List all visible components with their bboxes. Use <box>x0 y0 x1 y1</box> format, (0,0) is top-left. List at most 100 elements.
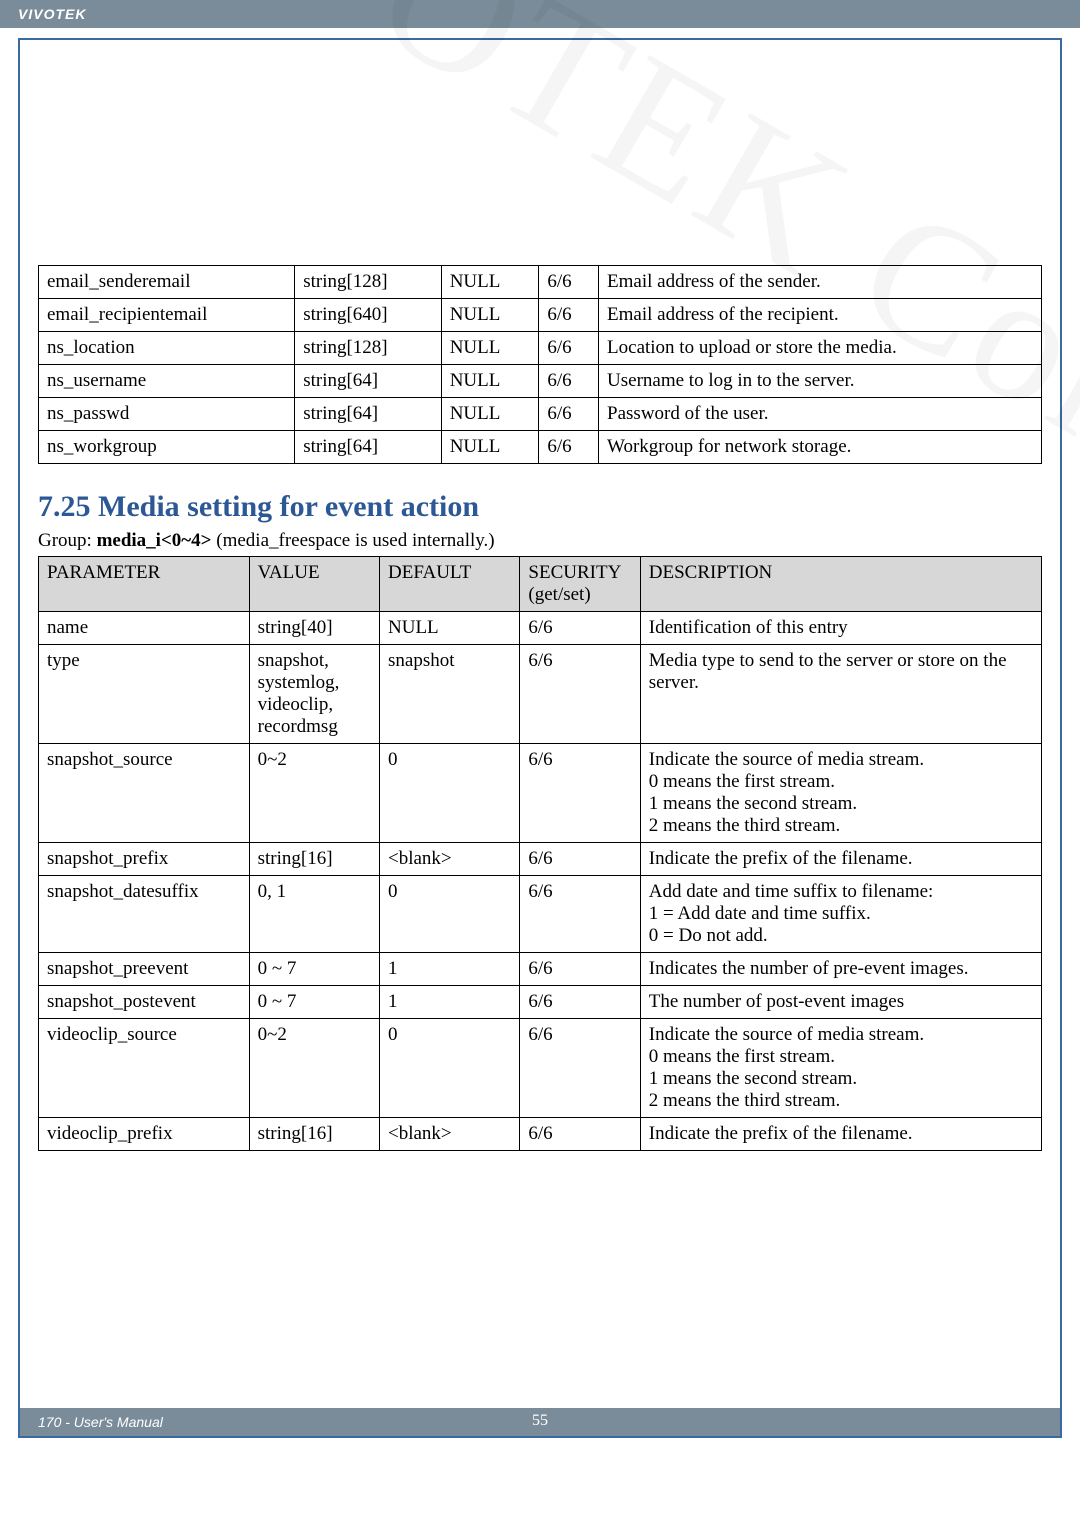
cell-desc: The number of post-event images <box>640 986 1041 1019</box>
cell-v: string[128] <box>295 266 442 299</box>
cell-p: ns_location <box>39 332 295 365</box>
cell-desc: Email address of the sender. <box>599 266 1042 299</box>
table-server-params: email_senderemailstring[128]NULL6/6Email… <box>38 265 1042 464</box>
table-row: videoclip_source0~206/6Indicate the sour… <box>39 1019 1042 1118</box>
cell-p: email_senderemail <box>39 266 295 299</box>
cell-v: string[16] <box>249 1118 379 1151</box>
cell-s: 6/6 <box>520 953 640 986</box>
cell-v: 0~2 <box>249 744 379 843</box>
col-description: DESCRIPTION <box>640 557 1041 612</box>
cell-s: 6/6 <box>520 843 640 876</box>
table-row: snapshot_prefixstring[16]<blank>6/6Indic… <box>39 843 1042 876</box>
cell-s: 6/6 <box>539 398 599 431</box>
cell-d: 0 <box>380 744 520 843</box>
cell-p: videoclip_prefix <box>39 1118 250 1151</box>
cell-d: NULL <box>441 365 539 398</box>
table-row: snapshot_datesuffix0, 106/6Add date and … <box>39 876 1042 953</box>
cell-p: snapshot_preevent <box>39 953 250 986</box>
cell-desc: Indicate the prefix of the filename. <box>640 1118 1041 1151</box>
cell-s: 6/6 <box>520 612 640 645</box>
cell-v: snapshot, systemlog, videoclip, recordms… <box>249 645 379 744</box>
cell-d: NULL <box>441 398 539 431</box>
group-note: Group: media_i<0~4> (media_freespace is … <box>38 530 1042 552</box>
cell-s: 6/6 <box>520 744 640 843</box>
cell-d: 1 <box>380 986 520 1019</box>
table-row: ns_workgroupstring[64]NULL6/6Workgroup f… <box>39 431 1042 464</box>
cell-desc: Email address of the recipient. <box>599 299 1042 332</box>
section-heading: 7.25 Media setting for event action <box>38 490 1042 524</box>
cell-desc: Identification of this entry <box>640 612 1041 645</box>
cell-d: 0 <box>380 1019 520 1118</box>
table-row: email_recipientemailstring[640]NULL6/6Em… <box>39 299 1042 332</box>
cell-desc: Media type to send to the server or stor… <box>640 645 1041 744</box>
table-row: ns_passwdstring[64]NULL6/6Password of th… <box>39 398 1042 431</box>
cell-desc: Location to upload or store the media. <box>599 332 1042 365</box>
table-row: snapshot_source0~206/6Indicate the sourc… <box>39 744 1042 843</box>
cell-d: NULL <box>441 332 539 365</box>
cell-d: 0 <box>380 876 520 953</box>
cell-desc: Indicates the number of pre-event images… <box>640 953 1041 986</box>
cell-d: <blank> <box>380 843 520 876</box>
cell-d: <blank> <box>380 1118 520 1151</box>
cell-v: 0, 1 <box>249 876 379 953</box>
cell-v: string[64] <box>295 431 442 464</box>
page-number: 55 <box>20 1412 1060 1430</box>
cell-desc: Indicate the prefix of the filename. <box>640 843 1041 876</box>
table-row: snapshot_postevent0 ~ 716/6The number of… <box>39 986 1042 1019</box>
cell-p: ns_passwd <box>39 398 295 431</box>
cell-s: 6/6 <box>520 876 640 953</box>
cell-d: NULL <box>441 299 539 332</box>
cell-s: 6/6 <box>520 1019 640 1118</box>
cell-desc: Workgroup for network storage. <box>599 431 1042 464</box>
cell-s: 6/6 <box>539 266 599 299</box>
cell-p: snapshot_datesuffix <box>39 876 250 953</box>
cell-v: string[640] <box>295 299 442 332</box>
cell-s: 6/6 <box>520 645 640 744</box>
cell-v: string[64] <box>295 398 442 431</box>
table-row: namestring[40]NULL6/6Identification of t… <box>39 612 1042 645</box>
cell-p: snapshot_postevent <box>39 986 250 1019</box>
cell-p: ns_workgroup <box>39 431 295 464</box>
table-row: email_senderemailstring[128]NULL6/6Email… <box>39 266 1042 299</box>
cell-p: email_recipientemail <box>39 299 295 332</box>
table-media-params: PARAMETER VALUE DEFAULT SECURITY (get/se… <box>38 556 1042 1151</box>
group-note-prefix: Group: <box>38 530 97 551</box>
cell-p: type <box>39 645 250 744</box>
cell-s: 6/6 <box>539 431 599 464</box>
cell-s: 6/6 <box>539 365 599 398</box>
table-row: ns_usernamestring[64]NULL6/6Username to … <box>39 365 1042 398</box>
cell-desc: Indicate the source of media stream.0 me… <box>640 744 1041 843</box>
content-area: VIVOTEK Confidential email_senderemailst… <box>20 40 1060 1201</box>
cell-v: 0 ~ 7 <box>249 986 379 1019</box>
cell-desc: Username to log in to the server. <box>599 365 1042 398</box>
cell-d: 1 <box>380 953 520 986</box>
cell-p: snapshot_prefix <box>39 843 250 876</box>
cell-s: 6/6 <box>539 332 599 365</box>
cell-p: snapshot_source <box>39 744 250 843</box>
cell-v: 0~2 <box>249 1019 379 1118</box>
cell-v: string[16] <box>249 843 379 876</box>
cell-v: 0 ~ 7 <box>249 953 379 986</box>
cell-s: 6/6 <box>539 299 599 332</box>
page-border: VIVOTEK Confidential email_senderemailst… <box>18 38 1062 1438</box>
cell-desc: Indicate the source of media stream.0 me… <box>640 1019 1041 1118</box>
cell-p: videoclip_source <box>39 1019 250 1118</box>
cell-d: snapshot <box>380 645 520 744</box>
table-row: snapshot_preevent0 ~ 716/6Indicates the … <box>39 953 1042 986</box>
table-row: typesnapshot, systemlog, videoclip, reco… <box>39 645 1042 744</box>
brand-header: VIVOTEK <box>0 0 1080 28</box>
cell-v: string[128] <box>295 332 442 365</box>
table-header-row: PARAMETER VALUE DEFAULT SECURITY (get/se… <box>39 557 1042 612</box>
cell-v: string[64] <box>295 365 442 398</box>
table-row: ns_locationstring[128]NULL6/6Location to… <box>39 332 1042 365</box>
cell-s: 6/6 <box>520 1118 640 1151</box>
cell-d: NULL <box>441 431 539 464</box>
cell-p: name <box>39 612 250 645</box>
group-note-bold: media_i<0~4> <box>97 530 212 551</box>
cell-desc: Password of the user. <box>599 398 1042 431</box>
cell-desc: Add date and time suffix to filename:1 =… <box>640 876 1041 953</box>
col-parameter: PARAMETER <box>39 557 250 612</box>
group-note-suffix: (media_freespace is used internally.) <box>212 530 495 551</box>
col-security: SECURITY (get/set) <box>520 557 640 612</box>
col-value: VALUE <box>249 557 379 612</box>
